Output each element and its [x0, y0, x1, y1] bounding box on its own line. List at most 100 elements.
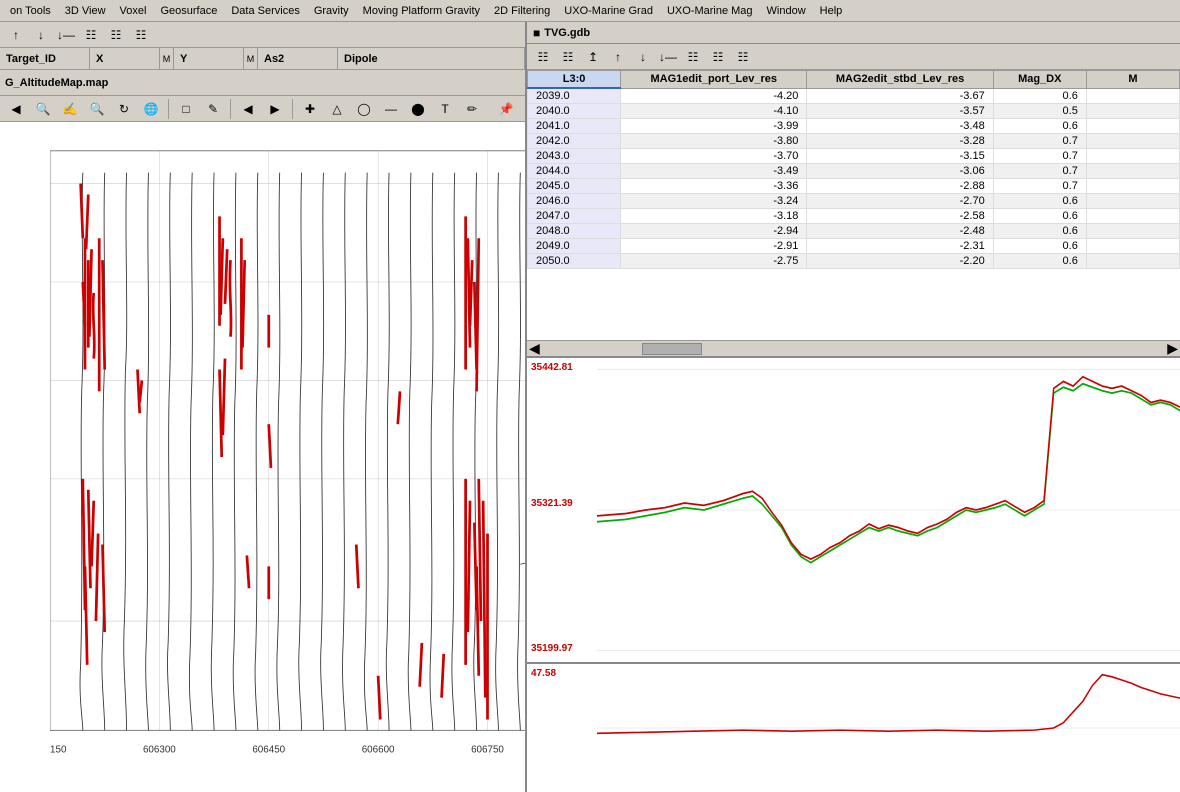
menu-data-services[interactable]: Data Services — [225, 3, 305, 19]
menu-on-tools[interactable]: on Tools — [4, 3, 57, 19]
toolbar-btn-table[interactable]: ☷ — [79, 24, 103, 46]
scroll-thumb[interactable] — [642, 343, 702, 355]
map-tool-point[interactable]: ⬤ — [406, 98, 430, 120]
cell-magdx: 0.6 — [993, 239, 1086, 254]
cell-l3: 2043.0 — [528, 149, 621, 164]
tvg-tool-up[interactable]: ↑ — [606, 46, 630, 68]
right-panel: ■ TVG.gdb ☷ ☷ ↥ ↑ ↓ ↓― ☷ ☷ ☷ L3:0 MAG1ed… — [527, 22, 1180, 792]
cell-mag2: -3.15 — [807, 149, 993, 164]
th-extra: M — [1086, 71, 1179, 89]
menu-uxo-marine-mag[interactable]: UXO-Marine Mag — [661, 3, 759, 19]
table-row[interactable]: 2044.0 -3.49 -3.06 0.7 — [528, 164, 1180, 179]
tvg-tool-grid[interactable]: ☷ — [731, 46, 755, 68]
map-tool-text[interactable]: T — [433, 98, 457, 120]
map-tool-polygon[interactable]: △ — [325, 98, 349, 120]
cell-magdx: 0.5 — [993, 104, 1086, 119]
left-toolbar-1: ↑ ↓ ↓― ☷ ☷ ☷ — [0, 22, 525, 48]
chart2-svg — [597, 664, 1180, 792]
th-y-sort: M — [244, 48, 258, 69]
cell-extra — [1086, 239, 1179, 254]
table-row[interactable]: 2041.0 -3.99 -3.48 0.6 — [528, 119, 1180, 134]
map-tool-zoom-in[interactable]: 🔍 — [85, 98, 109, 120]
scroll-left-btn[interactable]: ◀ — [529, 340, 540, 357]
cell-extra — [1086, 254, 1179, 269]
left-toolbar-2: G_AltitudeMap.map — [0, 70, 525, 96]
tvg-tool-expand[interactable]: ↥ — [581, 46, 605, 68]
cell-l3: 2046.0 — [528, 194, 621, 209]
map-tool-globe[interactable]: 🌐 — [139, 98, 163, 120]
table-row[interactable]: 2047.0 -3.18 -2.58 0.6 — [528, 209, 1180, 224]
th-x: X — [90, 48, 160, 69]
menu-window[interactable]: Window — [761, 3, 812, 19]
tvg-tool-2[interactable]: ☷ — [556, 46, 580, 68]
menu-moving-platform-gravity[interactable]: Moving Platform Gravity — [357, 3, 486, 19]
map-tool-hand[interactable]: ✍ — [58, 98, 82, 120]
map-canvas[interactable]: 2363250 2363100 2363000 2362800 2362650 — [0, 122, 525, 792]
data-table[interactable]: L3:0 MAG1edit_port_Lev_res MAG2edit_stbd… — [527, 70, 1180, 340]
menu-voxel[interactable]: Voxel — [114, 3, 153, 19]
map-tool-circle[interactable]: ◯ — [352, 98, 376, 120]
toolbar-btn-3[interactable]: ↓― — [54, 24, 78, 46]
cell-magdx: 0.6 — [993, 224, 1086, 239]
cell-extra — [1086, 209, 1179, 224]
toolbar-btn-5[interactable]: ☷ — [129, 24, 153, 46]
map-tool-pen[interactable]: ✎ — [201, 98, 225, 120]
map-tool-prev[interactable]: ◀ — [236, 98, 260, 120]
toolbar-btn-4[interactable]: ☷ — [104, 24, 128, 46]
tvg-tool-down2[interactable]: ↓― — [656, 46, 680, 68]
table-row[interactable]: 2048.0 -2.94 -2.48 0.6 — [528, 224, 1180, 239]
scroll-right-btn[interactable]: ▶ — [1167, 340, 1178, 357]
map-tool-pin[interactable]: 📌 — [494, 98, 518, 120]
svg-text:606600: 606600 — [362, 744, 395, 755]
map-tool-select[interactable]: □ — [174, 98, 198, 120]
map-tool-zoom-out[interactable]: 🔍 — [31, 98, 55, 120]
menu-help[interactable]: Help — [814, 3, 849, 19]
tvg-tool-1[interactable]: ☷ — [531, 46, 555, 68]
map-tool-extra[interactable]: ✏ — [460, 98, 484, 120]
cell-mag1: -2.75 — [621, 254, 807, 269]
cell-mag1: -3.70 — [621, 149, 807, 164]
cell-magdx: 0.6 — [993, 209, 1086, 224]
cell-magdx: 0.7 — [993, 134, 1086, 149]
cell-mag2: -2.70 — [807, 194, 993, 209]
menu-2d-filtering[interactable]: 2D Filtering — [488, 3, 556, 19]
cell-l3: 2050.0 — [528, 254, 621, 269]
table-row[interactable]: 2045.0 -3.36 -2.88 0.7 — [528, 179, 1180, 194]
th-as2: As2 — [258, 48, 338, 69]
table-row[interactable]: 2043.0 -3.70 -3.15 0.7 — [528, 149, 1180, 164]
table-row[interactable]: 2040.0 -4.10 -3.57 0.5 — [528, 104, 1180, 119]
chart1-ymax: 35442.81 — [531, 362, 573, 373]
menu-3d-view[interactable]: 3D View — [59, 3, 112, 19]
cell-extra — [1086, 119, 1179, 134]
map-tool-back[interactable]: ◀ — [4, 98, 28, 120]
cell-mag2: -3.67 — [807, 88, 993, 104]
tvg-tool-down[interactable]: ↓ — [631, 46, 655, 68]
menu-uxo-marine-grad[interactable]: UXO-Marine Grad — [558, 3, 659, 19]
scroll-area[interactable]: ◀ ▶ — [527, 340, 1180, 356]
toolbar-btn-2[interactable]: ↓ — [29, 24, 53, 46]
table-header: Target_ID X M Y M As2 Dipole — [0, 48, 525, 70]
cell-mag1: -4.20 — [621, 88, 807, 104]
table-row[interactable]: 2039.0 -4.20 -3.67 0.6 — [528, 88, 1180, 104]
tvg-tool-table[interactable]: ☷ — [681, 46, 705, 68]
map-tool-crosshair[interactable]: ✚ — [298, 98, 322, 120]
cell-mag2: -2.20 — [807, 254, 993, 269]
map-tool-line[interactable]: — — [379, 98, 403, 120]
table-row[interactable]: 2049.0 -2.91 -2.31 0.6 — [528, 239, 1180, 254]
sep2 — [230, 99, 231, 119]
menu-geosurface[interactable]: Geosurface — [154, 3, 223, 19]
table-row[interactable]: 2046.0 -3.24 -2.70 0.6 — [528, 194, 1180, 209]
th-magdx: Mag_DX — [993, 71, 1086, 89]
tvg-tool-table2[interactable]: ☷ — [706, 46, 730, 68]
table-row[interactable]: 2042.0 -3.80 -3.28 0.7 — [528, 134, 1180, 149]
map-tool-next[interactable]: ▶ — [263, 98, 287, 120]
toolbar-btn-1[interactable]: ↑ — [4, 24, 28, 46]
table-row[interactable]: 2050.0 -2.75 -2.20 0.6 — [528, 254, 1180, 269]
map-tool-reset[interactable]: ↻ — [112, 98, 136, 120]
th-dipole: Dipole — [338, 48, 525, 69]
chart1-ymin: 35199.97 — [531, 643, 573, 654]
cell-mag2: -3.28 — [807, 134, 993, 149]
cell-extra — [1086, 164, 1179, 179]
cell-l3: 2045.0 — [528, 179, 621, 194]
menu-gravity[interactable]: Gravity — [308, 3, 355, 19]
